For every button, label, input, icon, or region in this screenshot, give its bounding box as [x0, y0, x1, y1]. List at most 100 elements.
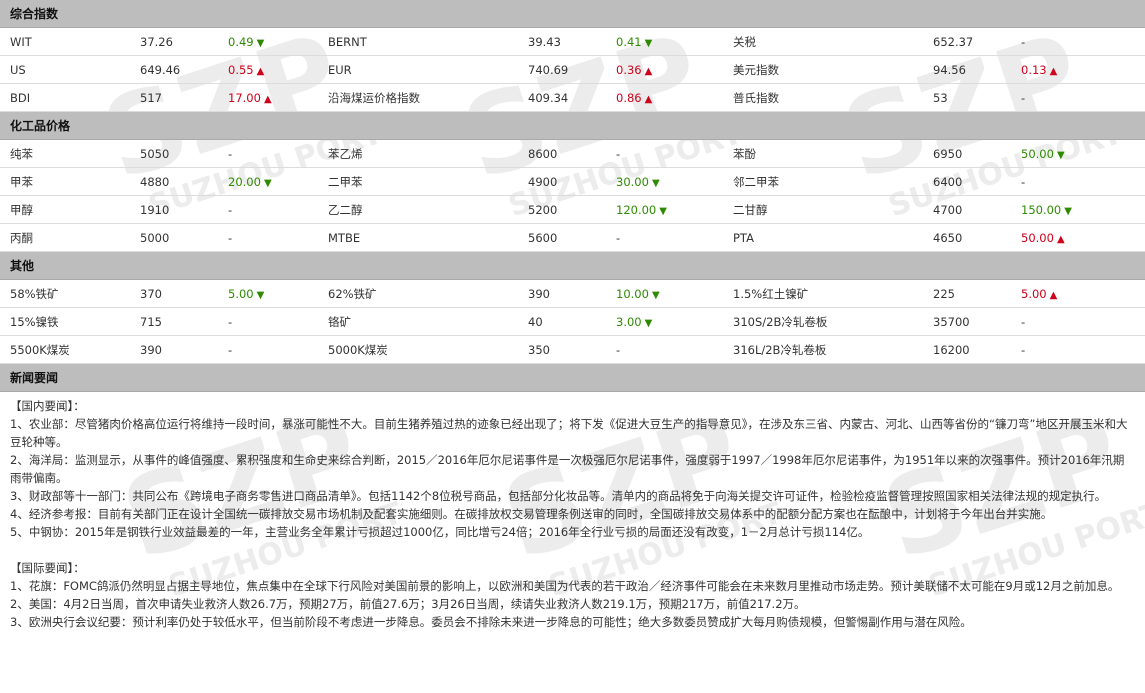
item-name: 316L/2B冷轧卷板: [723, 335, 923, 364]
item-price: 53: [923, 83, 1011, 112]
item-name: 普氏指数: [723, 83, 923, 112]
item-price: 4900: [518, 167, 606, 196]
item-name: EUR: [318, 55, 518, 84]
arrow-down-icon: ▼: [651, 177, 660, 189]
item-name: 乙二醇: [318, 195, 518, 224]
item-change: 0.49 ▼: [218, 28, 318, 56]
item-name: 62%铁矿: [318, 280, 518, 308]
change-value: 150.00: [1021, 202, 1062, 217]
price-tables: 综合指数 WIT 37.26 0.49 ▼ BERNT 39.43 0.41 ▼ 关税 652.37…: [0, 0, 1145, 364]
arrow-down-icon: ▼: [263, 177, 272, 189]
arrow-down-icon: ▼: [1056, 149, 1065, 161]
table-row: 甲苯 4880 20.00 ▼ 二甲苯 4900 30.00 ▼ 邻二甲苯 6400-: [0, 167, 1145, 196]
arrow-down-icon: ▼: [644, 37, 653, 49]
section-header: 化工品价格: [0, 112, 1145, 140]
item-change: 30.00 ▼: [606, 167, 723, 196]
item-price: 1910: [130, 195, 218, 224]
item-change: 10.00 ▼: [606, 280, 723, 308]
item-name: 铬矿: [318, 307, 518, 336]
change-value: -: [228, 146, 233, 161]
change-value: -: [616, 230, 621, 245]
item-change: -: [218, 307, 318, 336]
item-price: 649.46: [130, 55, 218, 84]
item-price: 517: [130, 83, 218, 112]
change-value: 3.00: [616, 314, 642, 329]
item-change: 0.36 ▲: [606, 55, 723, 84]
change-value: 17.00: [228, 90, 261, 105]
item-change: -: [218, 195, 318, 224]
section-header: 其他: [0, 252, 1145, 280]
arrow-down-icon: ▼: [256, 289, 265, 301]
change-value: -: [1021, 174, 1026, 189]
news-item: 2、美国：4月2日当周，首次申请失业救济人数26.7万，预期27万，前值27.6…: [10, 597, 806, 611]
item-name: 苯乙烯: [318, 140, 518, 168]
item-change: -: [606, 223, 723, 252]
item-name: US: [0, 55, 130, 84]
table-row: 58%铁矿 370 5.00 ▼ 62%铁矿 390 10.00 ▼ 1.5%红土镍矿 225 5.…: [0, 280, 1145, 308]
item-change: -: [218, 223, 318, 252]
item-price: 16200: [923, 335, 1011, 364]
change-value: 10.00: [616, 286, 649, 301]
change-value: 0.13: [1021, 62, 1047, 77]
change-value: -: [228, 342, 233, 357]
item-change: 0.86 ▲: [606, 83, 723, 112]
item-name: 5500K煤炭: [0, 335, 130, 364]
domestic-news-heading: 【国内要闻】：: [10, 399, 85, 413]
item-name: 二甘醇: [723, 195, 923, 224]
item-change: -: [1011, 335, 1145, 364]
change-value: -: [228, 314, 233, 329]
arrow-down-icon: ▼: [256, 37, 265, 49]
change-value: 5.00: [1021, 286, 1047, 301]
item-change: -: [218, 140, 318, 168]
arrow-down-icon: ▼: [644, 317, 653, 329]
item-price: 652.37: [923, 28, 1011, 56]
arrow-up-icon: ▲: [263, 93, 272, 105]
item-price: 4880: [130, 167, 218, 196]
change-value: 0.49: [228, 34, 254, 49]
item-change: 3.00 ▼: [606, 307, 723, 336]
item-price: 94.56: [923, 55, 1011, 84]
page-root: 综合指数 WIT 37.26 0.49 ▼ BERNT 39.43 0.41 ▼ 关税 652.37…: [0, 0, 1145, 631]
table-row: WIT 37.26 0.49 ▼ BERNT 39.43 0.41 ▼ 关税 652.37-: [0, 28, 1145, 56]
item-name: 15%镍铁: [0, 307, 130, 336]
change-value: -: [616, 342, 621, 357]
item-price: 370: [130, 280, 218, 308]
item-price: 740.69: [518, 55, 606, 84]
change-value: 120.00: [616, 202, 657, 217]
section-header-news: 新闻要闻: [0, 364, 1145, 392]
item-price: 409.34: [518, 83, 606, 112]
arrow-down-icon: ▼: [651, 289, 660, 301]
item-price: 5000: [130, 223, 218, 252]
item-price: 715: [130, 307, 218, 336]
item-price: 390: [518, 280, 606, 308]
item-change: -: [606, 335, 723, 364]
news-item: 5、中钢协：2015年是钢铁行业效益最差的一年，主营业务全年累计亏损超过1000…: [10, 525, 870, 539]
item-change: 5.00 ▲: [1011, 280, 1145, 308]
item-name: 沿海煤运价格指数: [318, 83, 518, 112]
news-panel: 【国内要闻】： 1、农业部：尽管猪肉价格高位运行将维持一段时间，暴涨可能性不大。…: [0, 392, 1145, 631]
international-news-list: 1、花旗：FOMC鸽派仍然明显占据主导地位，焦点集中在全球下行风险对美国前景的影…: [10, 577, 1135, 631]
international-news-heading: 【国际要闻】：: [10, 561, 85, 575]
item-name: 纯苯: [0, 140, 130, 168]
item-change: 0.13 ▲: [1011, 55, 1145, 84]
item-price: 37.26: [130, 28, 218, 56]
change-value: -: [616, 146, 621, 161]
item-change: -: [1011, 28, 1145, 56]
item-price: 39.43: [518, 28, 606, 56]
item-change: 5.00 ▼: [218, 280, 318, 308]
news-item: 1、农业部：尽管猪肉价格高位运行将维持一段时间，暴涨可能性不大。目前生猪养殖过热…: [10, 417, 1128, 449]
arrow-up-icon: ▲: [1049, 65, 1058, 77]
item-name: 二甲苯: [318, 167, 518, 196]
price-table: 纯苯 5050- 苯乙烯 8600- 苯酚 6950 50.00 ▼ 甲苯 4880 20.00 ▼ 二…: [0, 140, 1145, 252]
table-row: 15%镍铁 715- 铬矿 40 3.00 ▼ 310S/2B冷轧卷板 35700-: [0, 307, 1145, 336]
arrow-down-icon: ▼: [1064, 205, 1072, 217]
item-name: 甲醇: [0, 195, 130, 224]
arrow-up-icon: ▲: [1049, 289, 1058, 301]
change-value: 0.41: [616, 34, 642, 49]
arrow-down-icon: ▼: [659, 205, 667, 217]
item-name: WIT: [0, 28, 130, 56]
news-item: 2、海洋局：监测显示，从事件的峰值强度、累积强度和生命史来综合判断，2015／2…: [10, 453, 1125, 485]
item-name: 5000K煤炭: [318, 335, 518, 364]
item-name: 邻二甲苯: [723, 167, 923, 196]
item-change: 50.00 ▼: [1011, 140, 1145, 168]
